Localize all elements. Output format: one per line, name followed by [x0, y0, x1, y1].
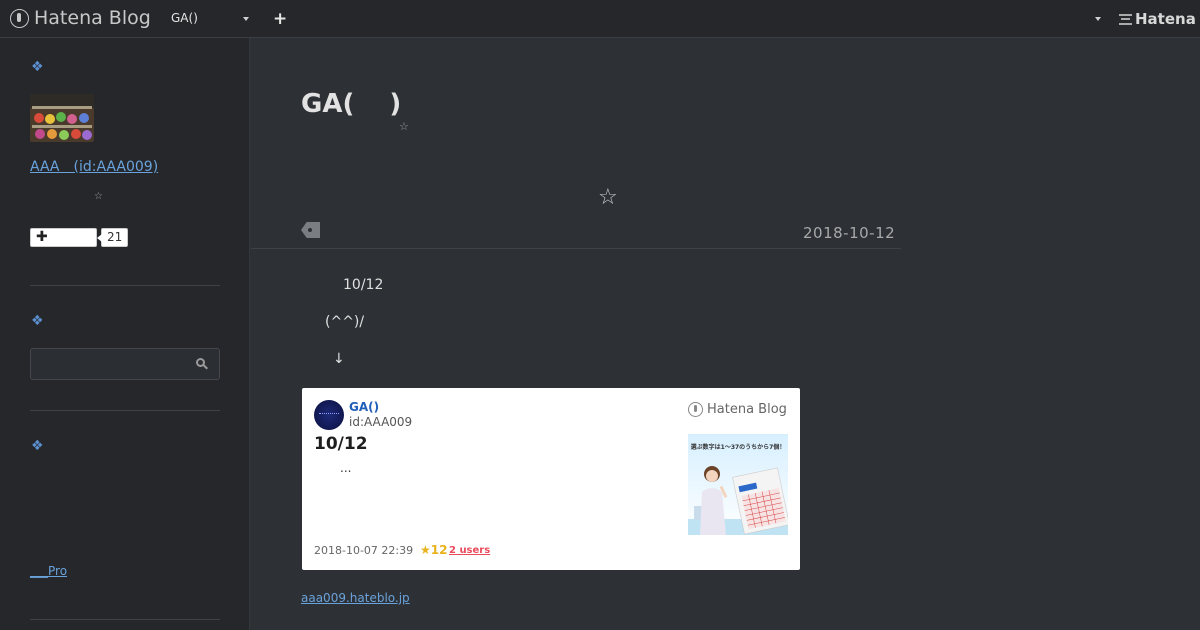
- sidebar-divider: [30, 285, 220, 286]
- brand-label: Hatena Blog: [34, 7, 151, 29]
- avatar-image: [30, 94, 94, 142]
- entry-header-divider: [251, 248, 901, 249]
- add-entry-button[interactable]: +: [273, 9, 287, 29]
- card-avatar: [314, 400, 344, 430]
- chevron-down-icon[interactable]: [243, 17, 249, 21]
- card-star-count[interactable]: ★12: [420, 543, 447, 557]
- entry-title[interactable]: GA( ): [301, 83, 401, 120]
- star-icon[interactable]: ☆: [94, 191, 103, 202]
- card-star-number: 12: [430, 543, 448, 557]
- hatena-logo-label: Hatena: [1135, 10, 1196, 28]
- hatena-blog-icon: [688, 402, 703, 417]
- blog-url-link[interactable]: aaa009.hateblo.jp: [301, 591, 410, 605]
- search-icon[interactable]: [196, 358, 208, 370]
- hatena-logo[interactable]: Hatena: [1119, 10, 1196, 28]
- hatena-blog-icon: [10, 8, 29, 28]
- section-diamond-icon: ❖: [31, 59, 44, 75]
- card-brand-label: Hatena Blog: [707, 402, 787, 417]
- star-icon: ★: [420, 543, 431, 557]
- subscriber-count: 21: [96, 228, 129, 247]
- blog-select[interactable]: GA(): [171, 11, 198, 25]
- hatena-blog-logo[interactable]: Hatena Blog: [10, 7, 151, 29]
- subscribe-button[interactable]: ✚: [30, 228, 97, 247]
- card-excerpt: ...: [340, 461, 352, 475]
- profile-link[interactable]: AAA (id:AAA009): [30, 156, 158, 176]
- blog-card-embed[interactable]: GA() id:AAA009 Hatena Blog 10/12 ... 選ぶ数…: [302, 388, 800, 570]
- global-header: Hatena Blog GA() + Hatena: [0, 0, 1200, 38]
- star-icon[interactable]: ☆: [399, 120, 409, 133]
- pro-link[interactable]: ___Pro: [30, 564, 67, 578]
- user-menu-chevron-down-icon[interactable]: [1095, 17, 1101, 21]
- profile-avatar[interactable]: [30, 94, 94, 142]
- card-user-id: id:AAA009: [349, 415, 413, 429]
- card-title[interactable]: 10/12: [314, 434, 368, 454]
- card-hatena-blog-logo: Hatena Blog: [688, 402, 787, 417]
- search-input[interactable]: [30, 348, 220, 380]
- section-diamond-icon: ❖: [31, 438, 44, 454]
- hatena-icon: [1119, 13, 1132, 25]
- thumb-caption: 選ぶ数字は1～37のうちから7個！: [691, 443, 786, 451]
- body-line: 10/12: [343, 277, 384, 293]
- bookmark-users-link[interactable]: 2 users: [449, 545, 490, 556]
- sidebar: ❖ AAA (id:AAA009) ☆ ✚ 21 ❖ ❖ ___Pro: [0, 38, 250, 630]
- body-line: ↓: [333, 351, 345, 367]
- card-blog-name[interactable]: GA(): [349, 400, 379, 414]
- thumbnail-image: 選ぶ数字は1～37のうちから7個！: [688, 434, 788, 535]
- entry-date[interactable]: 2018-10-12: [803, 224, 895, 242]
- card-datetime: 2018-10-07 22:39: [314, 544, 414, 557]
- sidebar-divider: [30, 410, 220, 411]
- section-diamond-icon: ❖: [31, 313, 44, 329]
- tag-icon: [301, 222, 320, 238]
- body-line: (^^)/: [325, 314, 365, 330]
- add-star-icon[interactable]: ☆: [598, 185, 618, 210]
- sidebar-divider: [30, 619, 220, 620]
- card-thumbnail[interactable]: 選ぶ数字は1～37のうちから7個！: [688, 434, 788, 535]
